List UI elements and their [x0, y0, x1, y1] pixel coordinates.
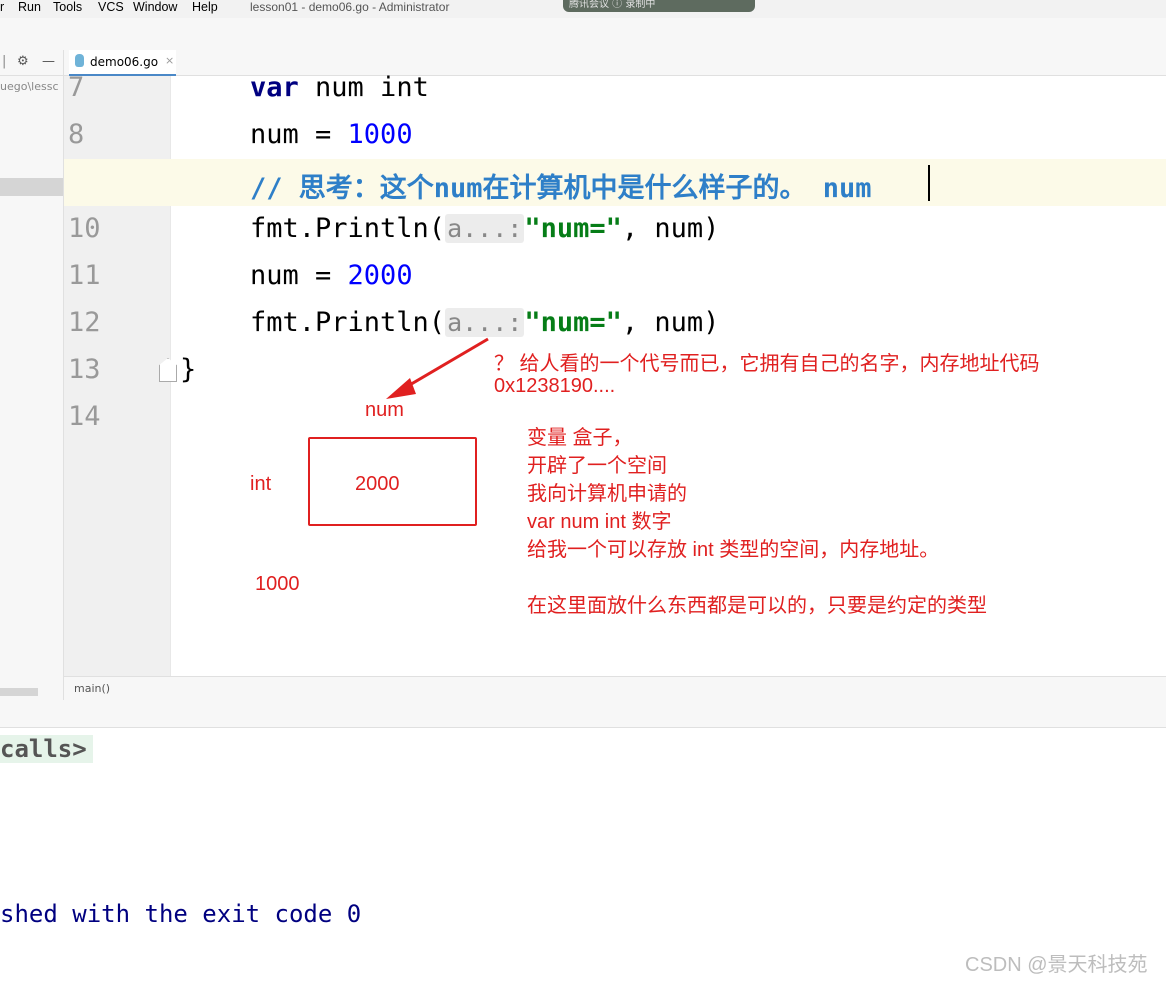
project-selected-row[interactable]: [0, 178, 63, 196]
line-number: 7: [68, 72, 85, 103]
text-caret: [928, 165, 930, 201]
code-text: fmt.Println(: [250, 213, 446, 244]
closing-brace: }: [180, 354, 197, 385]
watermark: CSDN @景天科技苑: [965, 954, 1148, 976]
line-number: 10: [68, 213, 101, 244]
annotation-num-label: num: [365, 399, 404, 421]
meeting-recording-bar[interactable]: 腾讯会议 ⓘ 录制中: [563, 0, 755, 12]
string-literal: "num=": [524, 307, 622, 338]
editor-tab-bar: demo06.go ×: [64, 50, 1166, 77]
divider-icon: |: [2, 54, 7, 69]
line-number: 14: [68, 401, 101, 432]
gear-icon[interactable]: ⚙: [17, 54, 29, 69]
menu-item-window[interactable]: Window: [133, 0, 177, 14]
menu-item-vcs[interactable]: VCS: [98, 0, 124, 14]
project-path[interactable]: uego\lessc: [0, 80, 59, 93]
code-text: num =: [250, 119, 348, 150]
go-gopher-icon: [75, 54, 84, 67]
code-line-7[interactable]: var num int: [250, 72, 429, 103]
annotation-old-value: 1000: [255, 573, 300, 595]
annotation-note: 变量 盒子，: [527, 427, 633, 449]
annotation-arrow: [386, 337, 489, 399]
parameter-hint: a...:: [445, 214, 525, 243]
code-line-13[interactable]: }: [180, 354, 196, 385]
annotation-note: 开辟了一个空间: [527, 455, 667, 477]
annotation-note: 我向计算机申请的: [527, 483, 687, 505]
number-literal: 2000: [347, 260, 413, 291]
parameter-hint: a...:: [445, 308, 525, 337]
annotation-note: 给我一个可以存放 int 类型的空间，内存地址。: [527, 539, 940, 561]
run-panel-header: [0, 700, 1166, 728]
annotation-question: ？ 给人看的一个代号而已，它拥有自己的名字，内存地址代码: [494, 353, 1040, 375]
breadcrumb-bar: main(): [64, 676, 1166, 701]
run-console[interactable]: [0, 728, 1166, 981]
window-title: lesson01 - demo06.go - Administrator: [250, 0, 450, 14]
close-icon[interactable]: ×: [165, 54, 174, 67]
line-number: 13: [68, 354, 101, 385]
menu-item-file[interactable]: r: [0, 0, 4, 14]
annotation-box-value: 2000: [355, 473, 400, 495]
annotation-address: 0x1238190....: [494, 375, 616, 397]
project-panel: | ⚙ — uego\lessc: [0, 50, 64, 700]
tab-demo06-go[interactable]: demo06.go ×: [69, 50, 176, 77]
project-panel-header: | ⚙ —: [0, 50, 63, 76]
code-line-10[interactable]: fmt.Println(a...:"num=", num): [250, 213, 719, 244]
line-number: 12: [68, 307, 101, 338]
project-scrollbar[interactable]: [0, 688, 38, 696]
comment: // 思考：这个num在计算机中是什么样子的。 num: [250, 173, 872, 204]
tab-label: demo06.go: [90, 55, 159, 69]
breadcrumb[interactable]: main(): [74, 682, 110, 695]
code-text: , num): [621, 307, 720, 338]
console-calls-text: calls>: [0, 735, 93, 763]
line-number: 11: [68, 260, 101, 291]
minimize-icon[interactable]: —: [42, 54, 55, 69]
code-line-8[interactable]: num = 1000: [250, 119, 413, 150]
code-line-12[interactable]: fmt.Println(a...:"num=", num): [250, 307, 719, 338]
line-number: 8: [68, 119, 85, 150]
arrow-head: [386, 378, 416, 399]
code-text: fmt.Println(: [250, 307, 446, 338]
code-text: num int: [298, 72, 429, 103]
code-text: , num): [621, 213, 720, 244]
keyword: var: [250, 72, 299, 103]
annotation-int-label: int: [250, 473, 272, 495]
code-line-9[interactable]: // 思考：这个num在计算机中是什么样子的。 num: [250, 166, 872, 205]
console-exit-text: shed with the exit code 0: [0, 900, 362, 928]
string-literal: "num=": [524, 213, 622, 244]
menu-item-run[interactable]: Run: [18, 0, 41, 14]
annotation-note: 在这里面放什么东西都是可以的，只要是约定的类型: [527, 595, 987, 617]
toolbar-area: [0, 18, 1166, 51]
number-literal: 1000: [347, 119, 413, 150]
code-text: num =: [250, 260, 348, 291]
code-line-11[interactable]: num = 2000: [250, 260, 413, 291]
menu-item-tools[interactable]: Tools: [53, 0, 82, 14]
meeting-text: 腾讯会议 ⓘ 录制中: [569, 0, 656, 10]
menu-item-help[interactable]: Help: [192, 0, 218, 14]
annotation-note: var num int 数字: [527, 511, 672, 533]
